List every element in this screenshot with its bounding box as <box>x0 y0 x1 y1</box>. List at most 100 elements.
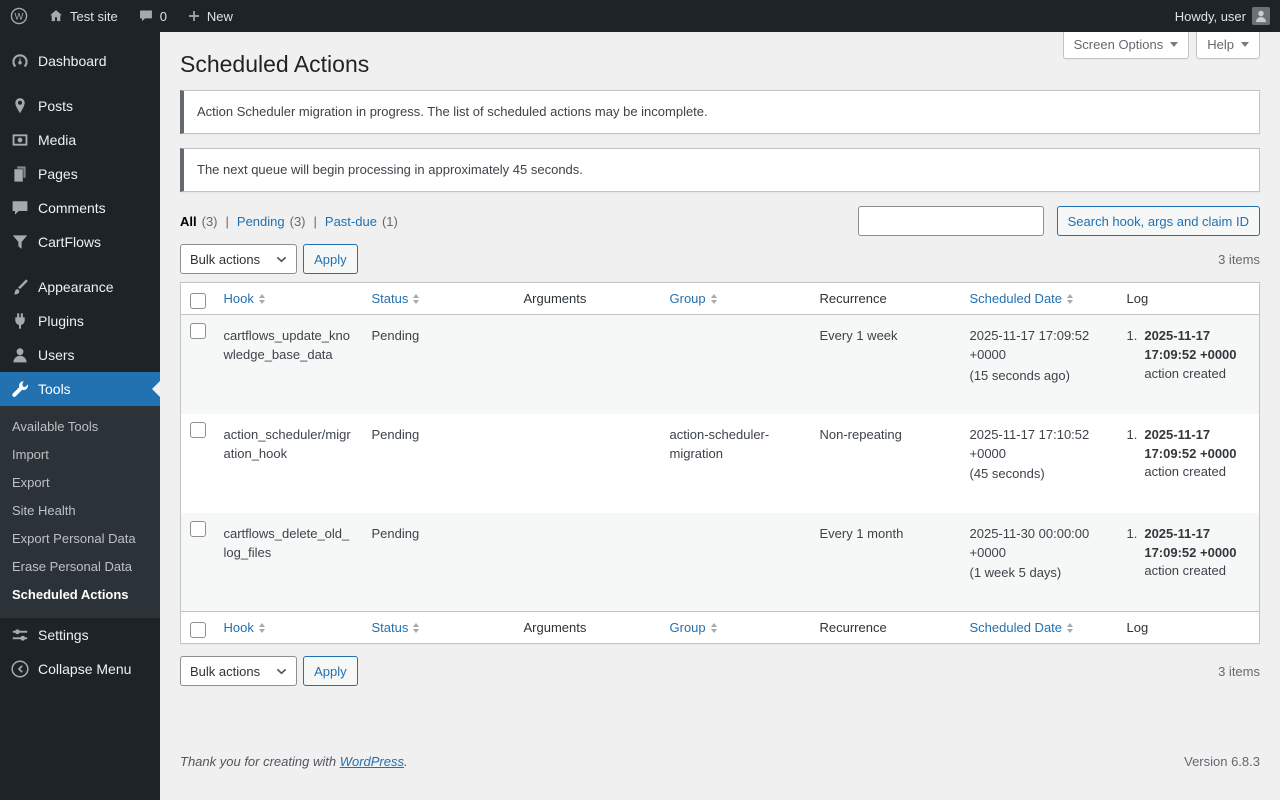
user-avatar-icon <box>1253 8 1269 24</box>
posts-pin-icon <box>10 96 30 116</box>
my-account-link[interactable]: Howdy, user <box>1165 0 1280 32</box>
submenu-item-site-health[interactable]: Site Health <box>0 497 160 525</box>
column-sort-hook[interactable]: Hook <box>224 291 265 306</box>
select-all-checkbox-footer[interactable] <box>190 622 206 639</box>
sort-arrows-icon <box>1067 293 1074 304</box>
sort-arrows-icon <box>258 622 265 633</box>
sidebar-item-settings[interactable]: Settings <box>0 618 160 652</box>
bulk-actions-select-bottom[interactable]: Bulk actions <box>180 656 298 687</box>
submenu-item-scheduled-actions[interactable]: Scheduled Actions <box>0 581 160 609</box>
sidebar-item-cartflows[interactable]: CartFlows <box>0 225 160 259</box>
sidebar-item-pages[interactable]: Pages <box>0 157 160 191</box>
column-sort-group[interactable]: Group <box>670 291 717 306</box>
sidebar-label-dashboard: Dashboard <box>38 53 107 69</box>
row-checkbox[interactable] <box>190 520 206 537</box>
row-checkbox[interactable] <box>190 421 206 438</box>
bulk-actions-selected-value-bottom: Bulk actions <box>190 663 261 679</box>
sidebar-label-tools: Tools <box>38 381 71 397</box>
footer-thanks: Thank you for creating with WordPress. <box>180 754 408 770</box>
sidebar-item-plugins[interactable]: Plugins <box>0 304 160 338</box>
notice-queue: The next queue will begin processing in … <box>180 148 1260 193</box>
new-content-link[interactable]: New <box>177 0 243 32</box>
chevron-down-icon <box>1170 42 1179 47</box>
sidebar-label-comments: Comments <box>38 200 106 216</box>
submenu-item-export-personal-data[interactable]: Export Personal Data <box>0 525 160 553</box>
sidebar-label-media: Media <box>38 132 77 148</box>
apply-button[interactable]: Apply <box>303 244 358 275</box>
bulk-actions-top: Bulk actions Apply <box>180 244 358 275</box>
comments-link[interactable]: 0 <box>128 0 177 32</box>
filter-pending-count: (3) <box>289 213 306 229</box>
column-sort-status-footer[interactable]: Status <box>372 620 420 635</box>
filter-pending[interactable]: Pending <box>237 214 285 229</box>
cell-scheduled-date: 2025-11-17 17:10:52 +0000 (45 seconds) <box>969 426 1090 482</box>
select-chevron-icon <box>276 256 287 263</box>
sidebar-item-media[interactable]: Media <box>0 123 160 157</box>
site-name-link[interactable]: Test site <box>38 0 128 32</box>
sidebar-item-dashboard[interactable]: Dashboard <box>0 44 160 78</box>
filter-past-due[interactable]: Past-due <box>325 214 377 229</box>
cell-hook: cartflows_delete_old_log_files <box>223 525 350 560</box>
sidebar-item-tools[interactable]: Tools <box>0 372 160 406</box>
main-content: Screen Options Help Scheduled Actions Ac… <box>160 32 1280 800</box>
column-sort-scheduled-date[interactable]: Scheduled Date <box>970 291 1074 306</box>
submenu-item-export[interactable]: Export <box>0 469 160 497</box>
screen-options-button[interactable]: Screen Options <box>1062 32 1190 59</box>
menu-separator <box>0 259 160 270</box>
pages-icon <box>10 164 30 184</box>
filter-all[interactable]: All <box>180 214 197 229</box>
search-input[interactable] <box>857 206 1044 237</box>
wordpress-logo-link[interactable] <box>0 0 38 32</box>
column-sort-scheduled-date-footer[interactable]: Scheduled Date <box>970 620 1074 635</box>
sidebar-item-appearance[interactable]: Appearance <box>0 270 160 304</box>
plugins-plug-icon <box>10 311 30 331</box>
submenu-item-available-tools[interactable]: Available Tools <box>0 413 160 441</box>
cell-log: 1. 2025-11-17 17:09:52 +0000 action crea… <box>1126 328 1237 381</box>
search-submit-button[interactable]: Search hook, args and claim ID <box>1056 206 1260 237</box>
tools-wrench-icon <box>10 379 30 399</box>
users-icon <box>10 345 30 365</box>
comments-count: 0 <box>159 8 167 24</box>
cell-group: action-scheduler-migration <box>669 426 770 461</box>
sort-arrows-icon <box>710 622 717 633</box>
collapse-arrow-icon <box>10 659 30 679</box>
submenu-item-erase-personal-data[interactable]: Erase Personal Data <box>0 553 160 581</box>
status-filters: All (3) | Pending (3) | Past-due (1) <box>180 214 398 229</box>
sort-arrows-icon <box>710 293 717 304</box>
howdy-label: Howdy, user <box>1174 8 1246 24</box>
tablenav-bottom: Bulk actions Apply 3 items <box>180 656 1260 687</box>
row-checkbox[interactable] <box>190 323 206 340</box>
column-footer-arguments: Arguments <box>523 620 587 636</box>
help-button[interactable]: Help <box>1196 32 1260 59</box>
chevron-down-icon <box>1241 42 1249 47</box>
column-sort-hook-footer[interactable]: Hook <box>224 620 265 635</box>
home-icon <box>48 8 64 24</box>
filter-past-due-count: (1) <box>381 213 398 229</box>
new-label: New <box>206 8 233 24</box>
filter-all-count: (3) <box>201 213 218 229</box>
cell-hook: action_scheduler/migration_hook <box>223 426 351 461</box>
column-sort-group-footer[interactable]: Group <box>670 620 717 635</box>
comment-bubble-icon <box>138 8 154 24</box>
cell-scheduled-date: 2025-11-30 00:00:00 +0000 (1 week 5 days… <box>969 525 1090 581</box>
apply-button-bottom[interactable]: Apply <box>303 656 358 687</box>
media-icon <box>10 130 30 150</box>
sidebar-item-collapse-menu[interactable]: Collapse Menu <box>0 652 160 686</box>
column-sort-status[interactable]: Status <box>372 291 420 306</box>
bulk-actions-select[interactable]: Bulk actions <box>180 244 298 275</box>
sidebar-item-users[interactable]: Users <box>0 338 160 372</box>
site-name-label: Test site <box>70 8 118 24</box>
items-count-bottom: 3 items <box>1218 663 1260 679</box>
sort-arrows-icon <box>413 293 420 304</box>
wordpress-link[interactable]: WordPress <box>340 754 404 769</box>
cell-log: 1. 2025-11-17 17:09:52 +0000 action crea… <box>1126 426 1237 480</box>
select-all-checkbox[interactable] <box>190 293 206 310</box>
sidebar-item-comments[interactable]: Comments <box>0 191 160 225</box>
submenu-item-import[interactable]: Import <box>0 441 160 469</box>
column-header-log: Log <box>1126 291 1149 307</box>
sidebar-item-posts[interactable]: Posts <box>0 89 160 123</box>
sort-arrows-icon <box>1067 622 1074 633</box>
cell-recurrence: Every 1 week <box>819 328 898 344</box>
dashboard-icon <box>10 51 30 71</box>
cell-group <box>660 315 810 414</box>
